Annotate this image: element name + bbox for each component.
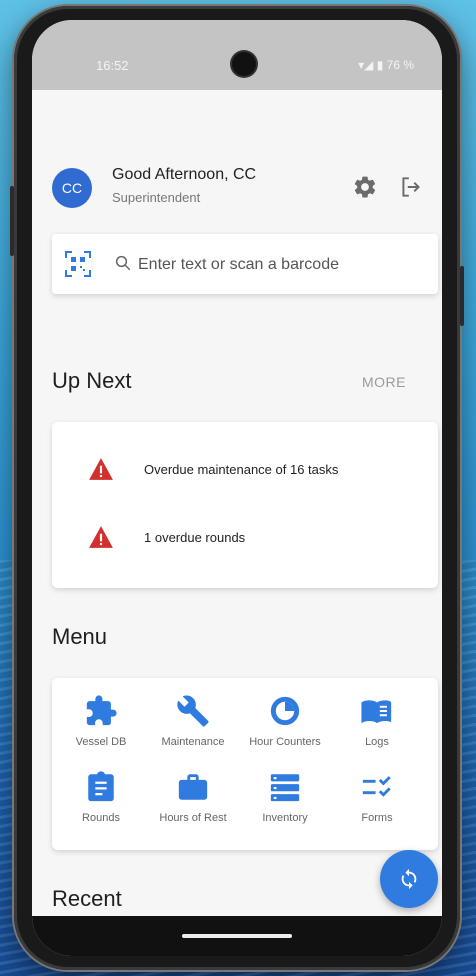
menu-item-logs[interactable]: Logs — [334, 694, 420, 748]
wrench-icon — [177, 695, 209, 727]
menu-title: Menu — [52, 624, 108, 649]
search-input[interactable] — [136, 250, 420, 280]
phone-frame: 16:52 ▾◢ ▮ 76 % CC Good Afternoon, CC Su… — [10, 6, 464, 970]
menu-label: Forms — [361, 812, 393, 824]
clock-icon — [270, 696, 300, 726]
book-icon — [361, 700, 392, 724]
menu-item-hour-counters[interactable]: Hour Counters — [242, 694, 328, 748]
home-gesture-bar[interactable] — [182, 934, 292, 938]
search-bar — [52, 234, 438, 294]
menu-card: Vessel DB Maintenance Hour Counters Logs… — [52, 678, 438, 850]
menu-item-inventory[interactable]: Inventory — [242, 770, 328, 824]
menu-label: Hours of Rest — [159, 812, 227, 824]
menu-item-rounds[interactable]: Rounds — [58, 770, 144, 824]
status-time: 16:52 — [96, 58, 129, 73]
user-header: CC Good Afternoon, CC Superintendent — [52, 154, 424, 214]
front-camera — [232, 52, 256, 76]
menu-label: Vessel DB — [75, 736, 127, 748]
phone-screen: 16:52 ▾◢ ▮ 76 % CC Good Afternoon, CC Su… — [32, 20, 442, 956]
user-role: Superintendent — [112, 190, 201, 205]
status-bar: 16:52 ▾◢ ▮ 76 % — [32, 20, 442, 90]
up-next-card: Overdue maintenance of 16 tasks 1 overdu… — [52, 422, 438, 588]
up-next-title: Up Next — [52, 368, 132, 393]
briefcase-icon — [178, 774, 208, 800]
volume-button — [10, 186, 14, 256]
menu-item-hours-of-rest[interactable]: Hours of Rest — [150, 770, 236, 824]
list-item[interactable]: 1 overdue rounds — [88, 524, 245, 550]
alert-text: Overdue maintenance of 16 tasks — [144, 461, 339, 477]
search-icon — [115, 255, 131, 271]
menu-label: Rounds — [82, 812, 120, 824]
system-nav-bar — [32, 916, 442, 956]
logout-icon[interactable] — [398, 174, 424, 200]
more-link[interactable]: MORE — [362, 374, 406, 390]
clipboard-icon — [88, 771, 114, 802]
recent-title: Recent — [52, 886, 122, 911]
sync-icon — [401, 868, 417, 890]
gear-icon[interactable] — [352, 174, 378, 200]
checklist-icon — [362, 776, 391, 797]
alert-text: 1 overdue rounds — [144, 529, 246, 545]
menu-item-vessel-db[interactable]: Vessel DB — [58, 694, 144, 748]
status-icons: ▾◢ ▮ 76 % — [358, 58, 414, 72]
warning-icon — [89, 458, 113, 480]
puzzle-icon — [86, 695, 117, 726]
menu-label: Hour Counters — [249, 736, 321, 748]
menu-label: Logs — [365, 736, 389, 748]
greeting-text: Good Afternoon, CC — [112, 166, 257, 183]
menu-item-forms[interactable]: Forms — [334, 770, 420, 824]
warning-icon — [89, 526, 113, 548]
menu-item-maintenance[interactable]: Maintenance — [150, 694, 236, 748]
list-item[interactable]: Overdue maintenance of 16 tasks — [88, 456, 338, 482]
menu-label: Inventory — [262, 812, 308, 824]
avatar[interactable]: CC — [52, 168, 92, 208]
power-button — [460, 266, 464, 326]
menu-label: Maintenance — [161, 736, 225, 748]
qr-scan-icon[interactable] — [64, 250, 92, 278]
list-icon — [270, 774, 300, 802]
app-content: CC Good Afternoon, CC Superintendent Ent… — [32, 90, 442, 956]
sync-button[interactable] — [380, 850, 438, 908]
